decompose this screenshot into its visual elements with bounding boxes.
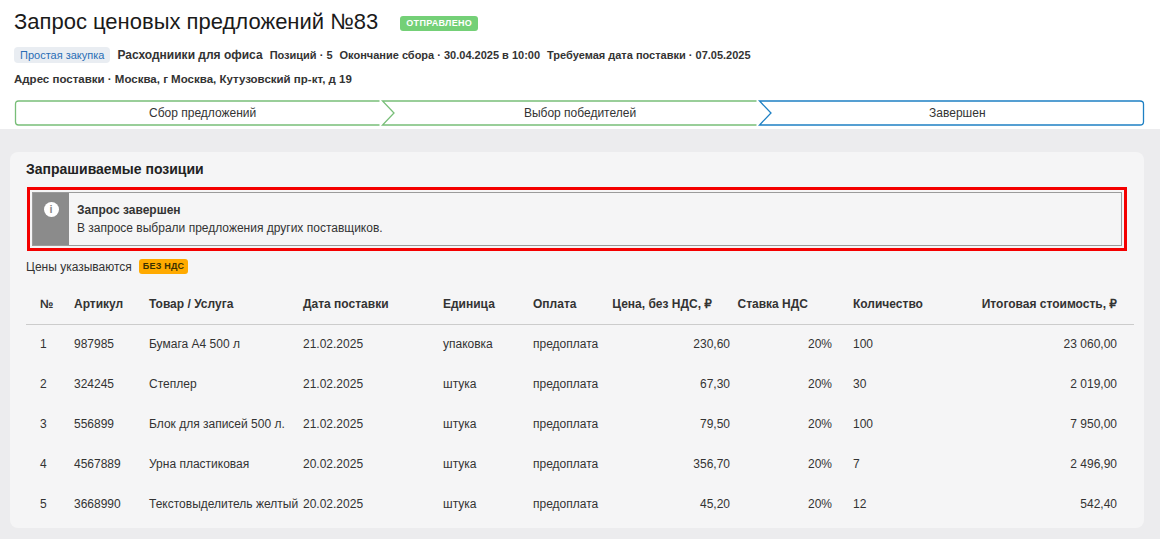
table-cell: 20.02.2025	[303, 484, 443, 524]
page-title: Запрос ценовых предложений №83	[14, 9, 378, 35]
table-cell: 4567889	[74, 444, 149, 484]
table-cell: штука	[443, 484, 533, 524]
table-cell: 2 019,00	[960, 364, 1134, 404]
table-cell: штука	[443, 444, 533, 484]
table-cell: 542,40	[960, 484, 1134, 524]
table-cell: 21.02.2025	[303, 324, 443, 364]
column-header-7: Цена, без НДС, ₽	[610, 284, 730, 324]
table-cell: 987985	[74, 324, 149, 364]
prices-note: Цены указываются БЕЗ НДС	[26, 259, 1128, 274]
table-cell: 20%	[730, 484, 832, 524]
table-cell: 67,30	[610, 364, 730, 404]
table-cell: 21.02.2025	[303, 404, 443, 444]
table-cell: 20%	[730, 404, 832, 444]
table-cell: 7 950,00	[960, 404, 1134, 444]
positions-table: №АртикулТовар / УслугаДата поставкиЕдини…	[26, 284, 1134, 524]
table-cell: 20%	[730, 444, 832, 484]
table-cell: 30	[832, 364, 960, 404]
table-cell: предоплата	[533, 484, 610, 524]
positions-card: Запрашиваемые позиции i Запрос завершен …	[10, 152, 1144, 528]
step-winners: Выбор победителей	[391, 100, 768, 126]
table-cell: 79,50	[610, 404, 730, 444]
table-cell: 3	[26, 404, 74, 444]
table-cell: Бумага А4 500 л	[149, 324, 303, 364]
alert-icon-strip: i	[33, 193, 69, 245]
info-icon: i	[44, 202, 59, 217]
table-row: 1987985Бумага А4 500 л21.02.2025упаковка…	[26, 324, 1134, 364]
table-cell: 23 060,00	[960, 324, 1134, 364]
table-cell: 45,20	[610, 484, 730, 524]
alert-body: Запрос завершен В запросе выбрали предло…	[69, 193, 397, 245]
vat-badge: БЕЗ НДС	[139, 259, 188, 274]
table-cell: предоплата	[533, 444, 610, 484]
column-header-10: Итоговая стоимость, ₽	[960, 284, 1134, 324]
column-header-4: Дата поставки	[303, 284, 443, 324]
table-row: 53668990Текстовыделитель желтый20.02.202…	[26, 484, 1134, 524]
table-cell: 21.02.2025	[303, 364, 443, 404]
table-cell: 100	[832, 404, 960, 444]
table-cell: 12	[832, 484, 960, 524]
required-delivery-date: Требуемая дата поставки · 07.05.2025	[547, 49, 751, 61]
table-cell: 2 496,90	[960, 444, 1134, 484]
table-row: 44567889Урна пластиковая20.02.2025штукап…	[26, 444, 1134, 484]
alert-title: Запрос завершен	[77, 201, 383, 219]
table-row: 2324245Степлер21.02.2025штукапредоплата6…	[26, 364, 1134, 404]
table-cell: упаковка	[443, 324, 533, 364]
table-cell: 20%	[730, 324, 832, 364]
table-cell: Блок для записей 500 л.	[149, 404, 303, 444]
table-cell: Степлер	[149, 364, 303, 404]
category-label: Расходниики для офиса	[117, 48, 262, 62]
meta-line: Простая закупка Расходниики для офиса По…	[14, 47, 1146, 63]
table-cell: 7	[832, 444, 960, 484]
table-header-row: №АртикулТовар / УслугаДата поставкиЕдини…	[26, 284, 1134, 324]
table-cell: Урна пластиковая	[149, 444, 303, 484]
positions-count: Позиций · 5	[270, 49, 333, 61]
alert-text: В запросе выбрали предложения других пос…	[77, 219, 383, 237]
column-header-8: Ставка НДС	[730, 284, 832, 324]
status-badge: ОТПРАВЛЕНО	[400, 16, 478, 31]
table-cell: 100	[832, 324, 960, 364]
purchase-type-link[interactable]: Простая закупка	[14, 47, 110, 63]
table-cell: 556899	[74, 404, 149, 444]
step-collection: Сбор предложений	[14, 100, 391, 126]
table-cell: 20%	[730, 364, 832, 404]
positions-table-body: 1987985Бумага А4 500 л21.02.2025упаковка…	[26, 324, 1134, 524]
page-header: Запрос ценовых предложений №83 ОТПРАВЛЕН…	[0, 0, 1160, 129]
column-header-3: Товар / Услуга	[149, 284, 303, 324]
table-cell: 4	[26, 444, 74, 484]
request-finished-alert: i Запрос завершен В запросе выбрали пред…	[32, 192, 1122, 246]
progress-steps: Сбор предложений Выбор победителей Завер…	[14, 100, 1146, 126]
delivery-address: Адрес поставки · Москва, г Москва, Кутуз…	[14, 73, 1146, 85]
table-cell: 5	[26, 484, 74, 524]
table-cell: 1	[26, 324, 74, 364]
table-cell: 20.02.2025	[303, 444, 443, 484]
column-header-9: Количество	[832, 284, 960, 324]
table-cell: штука	[443, 364, 533, 404]
section-title: Запрашиваемые позиции	[26, 161, 1128, 177]
table-cell: предоплата	[533, 364, 610, 404]
column-header-5: Единица	[443, 284, 533, 324]
table-cell: предоплата	[533, 404, 610, 444]
column-header-2: Артикул	[74, 284, 149, 324]
table-row: 3556899Блок для записей 500 л.21.02.2025…	[26, 404, 1134, 444]
table-cell: 3668990	[74, 484, 149, 524]
table-cell: 2	[26, 364, 74, 404]
table-cell: штука	[443, 404, 533, 444]
column-header-1: №	[26, 284, 74, 324]
table-cell: 356,70	[610, 444, 730, 484]
collection-end-date: Окончание сбора · 30.04.2025 в 10:00	[340, 49, 541, 61]
table-cell: предоплата	[533, 324, 610, 364]
column-header-6: Оплата	[533, 284, 610, 324]
step-finished: Завершен	[769, 100, 1146, 126]
table-cell: 230,60	[610, 324, 730, 364]
table-cell: 324245	[74, 364, 149, 404]
table-cell: Текстовыделитель желтый	[149, 484, 303, 524]
prices-note-text: Цены указываются	[26, 260, 132, 274]
